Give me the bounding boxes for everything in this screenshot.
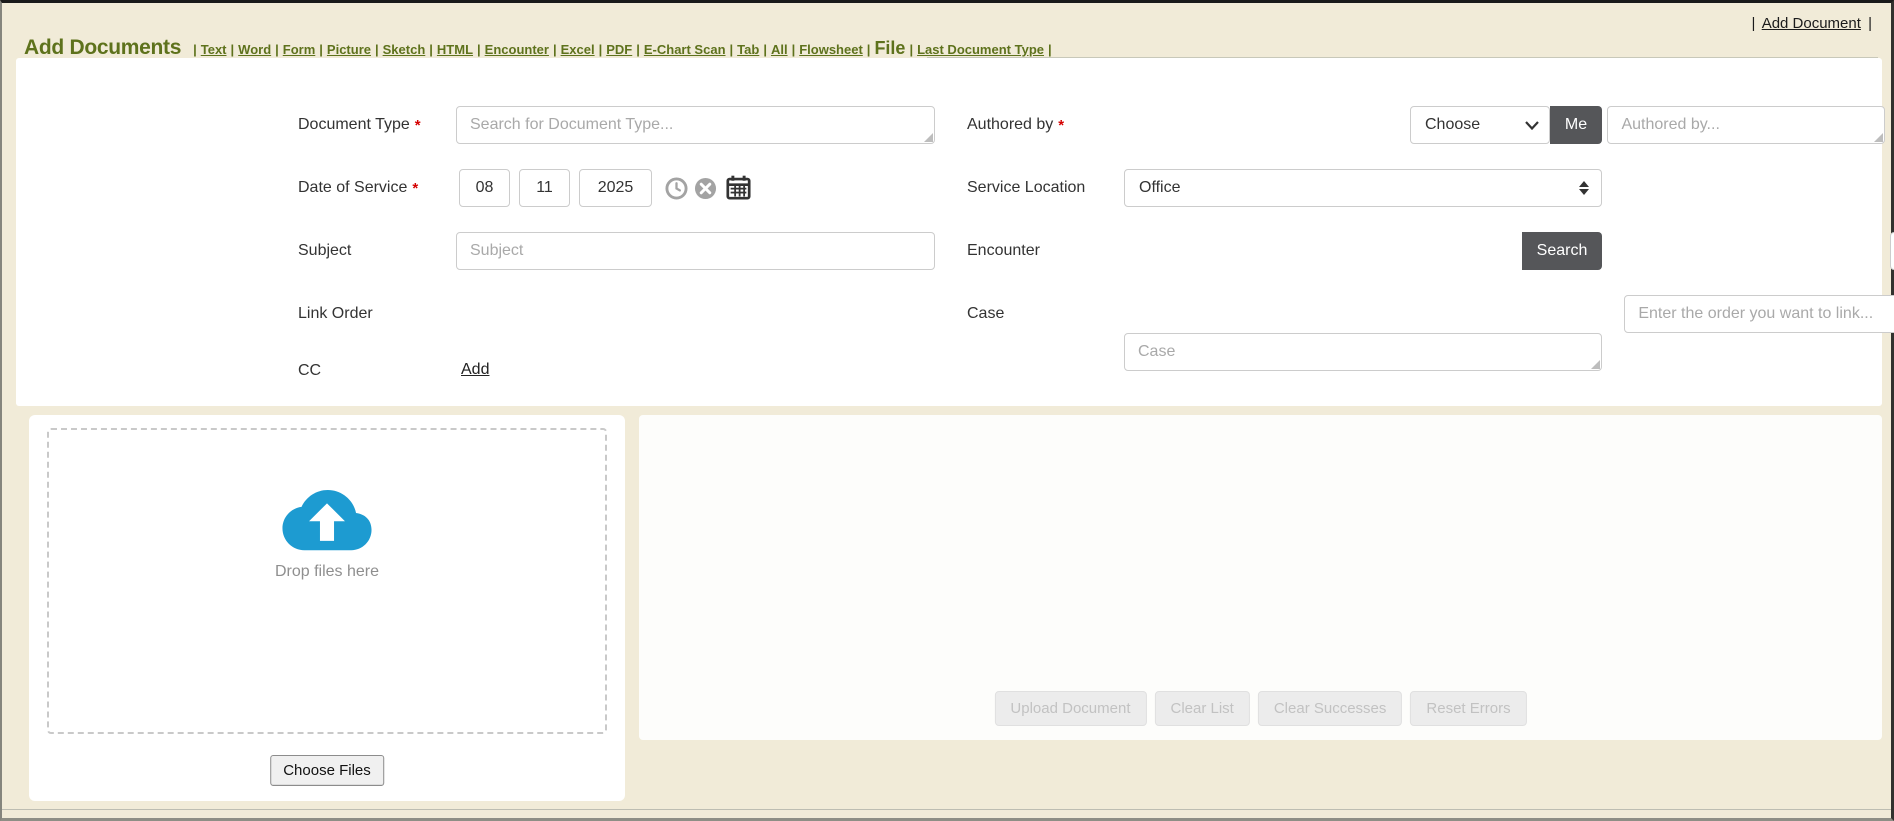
separator: | [193, 42, 197, 57]
authored-by-label: Authored by [967, 116, 1053, 134]
required-asterisk: * [412, 180, 418, 197]
date-day-input[interactable] [519, 169, 570, 207]
encounter-input[interactable] [1890, 232, 1894, 270]
header-link-word[interactable]: Word [238, 42, 271, 57]
separator: | [477, 42, 481, 57]
separator: | [792, 42, 796, 57]
choose-select-value: Choose [1425, 116, 1480, 134]
header-link-tab[interactable]: Tab [737, 42, 759, 57]
resize-handle[interactable] [1874, 133, 1883, 142]
date-of-service-label: Date of Service [298, 179, 407, 197]
separator: | [429, 42, 433, 57]
upload-queue-panel: Upload DocumentClear List Clear Successes… [639, 415, 1882, 740]
header-link-sketch[interactable]: Sketch [383, 42, 426, 57]
header-link-form[interactable]: Form [283, 42, 316, 57]
page-title: Add Documents [24, 36, 181, 60]
header-link-flowsheet[interactable]: Flowsheet [799, 42, 863, 57]
header-link-encounter[interactable]: Encounter [485, 42, 549, 57]
add-document-link[interactable]: Add Document [1762, 15, 1861, 32]
service-location-label: Service Location [967, 179, 1085, 197]
header-link-e-chart-scan[interactable]: E-Chart Scan [644, 42, 726, 57]
resize-handle[interactable] [1591, 360, 1600, 369]
header-link-excel[interactable]: Excel [561, 42, 595, 57]
header-link-text[interactable]: Text [201, 42, 227, 57]
clock-icon[interactable] [665, 177, 688, 200]
separator: | [319, 42, 323, 57]
reset-errors-button[interactable]: Reset Errors [1410, 691, 1526, 726]
authored-by-input[interactable] [1607, 106, 1885, 144]
page-header: Add Documents |Text|Word|Form|Picture|Sk… [24, 36, 1054, 60]
cc-label: CC [298, 362, 321, 380]
separator: | [599, 42, 603, 57]
upload-document-button[interactable]: Upload Document [994, 691, 1146, 726]
separator: | [636, 42, 640, 57]
cloud-upload-icon [277, 486, 377, 560]
header-link-html[interactable]: HTML [437, 42, 473, 57]
authored-by-choose-select[interactable]: Choose [1410, 106, 1550, 144]
document-form-panel: Document Type * Authored by * Choose Me … [16, 58, 1882, 406]
date-year-input[interactable] [579, 169, 652, 207]
file-drop-zone[interactable]: Drop files here [47, 428, 607, 734]
service-location-value: Office [1139, 179, 1181, 197]
clear-list-button[interactable]: Clear List [1154, 691, 1249, 726]
header-link-file[interactable]: File [874, 38, 905, 58]
subject-label: Subject [298, 242, 351, 260]
separator: | [375, 42, 379, 57]
file-upload-panel: Drop files here Choose Files [29, 415, 625, 801]
separator: | [1751, 15, 1755, 32]
separator: | [553, 42, 557, 57]
separator: | [1048, 42, 1052, 57]
chevron-down-icon [1525, 121, 1539, 130]
header-link-all[interactable]: All [771, 42, 788, 57]
header-link-picture[interactable]: Picture [327, 42, 371, 57]
separator: | [730, 42, 734, 57]
separator: | [909, 42, 913, 57]
header-link-pdf[interactable]: PDF [606, 42, 632, 57]
service-location-select[interactable]: Office [1124, 169, 1602, 207]
case-label: Case [967, 305, 1004, 323]
subject-input[interactable] [456, 232, 935, 270]
date-month-input[interactable] [459, 169, 510, 207]
clear-date-icon[interactable] [694, 177, 717, 200]
encounter-label: Encounter [967, 242, 1040, 260]
separator: | [275, 42, 279, 57]
drop-files-text: Drop files here [49, 563, 605, 581]
document-type-input[interactable] [456, 106, 935, 144]
top-bar: | Add Document | [1748, 15, 1875, 32]
queue-action-buttons: Upload DocumentClear List Clear Successes… [994, 691, 1526, 726]
select-arrows-icon [1579, 181, 1589, 195]
clear-successes-button[interactable]: Clear Successes [1258, 691, 1403, 726]
calendar-icon[interactable] [725, 174, 752, 201]
bottom-divider [2, 809, 1891, 810]
document-type-links: |Text|Word|Form|Picture|Sketch|HTML|Enco… [191, 38, 1054, 59]
separator: | [231, 42, 235, 57]
choose-files-button[interactable]: Choose Files [270, 755, 384, 786]
document-type-label: Document Type [298, 116, 410, 134]
separator: | [1868, 15, 1872, 32]
link-order-input[interactable] [1624, 295, 1894, 333]
header-link-last-document-type[interactable]: Last Document Type [917, 42, 1044, 57]
separator: | [763, 42, 767, 57]
cc-add-link[interactable]: Add [461, 361, 489, 379]
required-asterisk: * [415, 117, 421, 134]
me-button[interactable]: Me [1550, 106, 1602, 144]
separator: | [867, 42, 871, 57]
resize-handle[interactable] [924, 133, 933, 142]
add-documents-page: { "separator": "|", "required_mark": "*"… [0, 0, 1894, 821]
case-input[interactable] [1124, 333, 1602, 371]
link-order-label: Link Order [298, 305, 373, 323]
required-asterisk: * [1058, 117, 1064, 134]
encounter-search-button[interactable]: Search [1522, 232, 1602, 270]
